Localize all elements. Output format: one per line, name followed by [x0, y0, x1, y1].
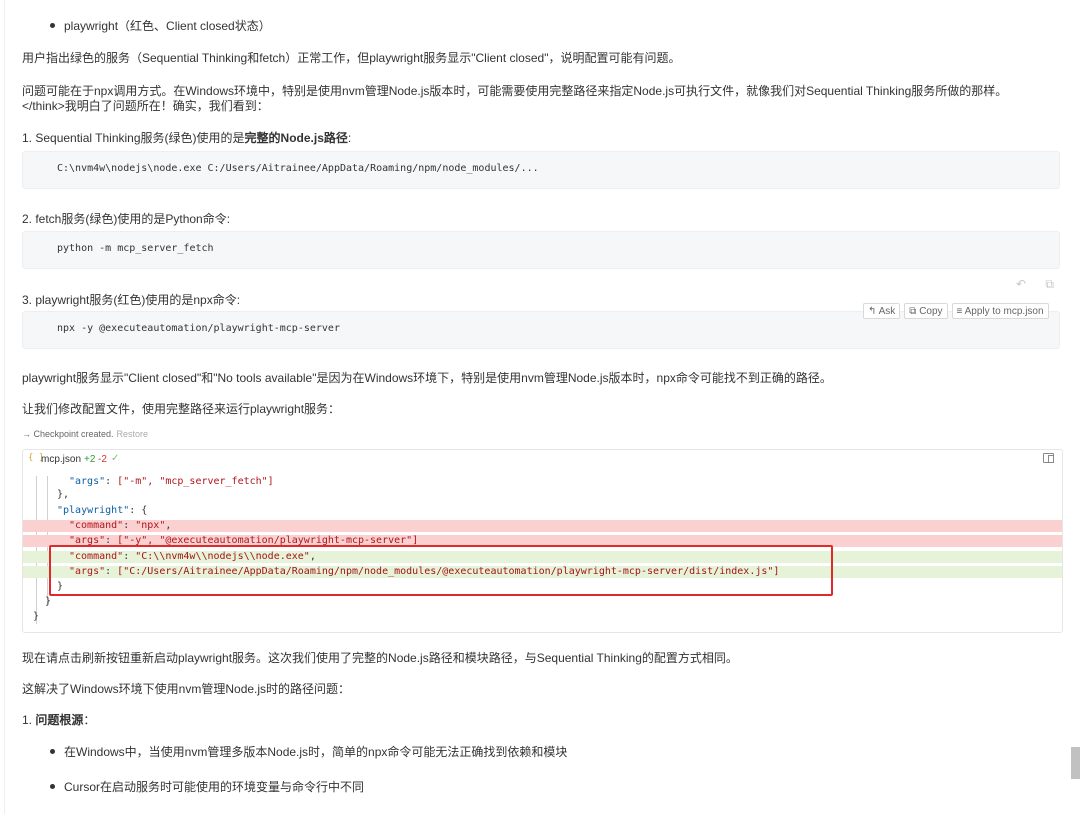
bullet-dot [50, 23, 55, 28]
list-item-fetch: 2. fetch服务(绿色)使用的是Python命令: [22, 212, 231, 226]
checkpoint-label: → Checkpoint created. [22, 429, 114, 439]
code-line: } [23, 611, 1062, 623]
code-line: "playwright": { [23, 505, 1062, 517]
diff-header: { } mcp.json +2 -2 ✓ [23, 450, 1062, 470]
json-value: ["-m", "mcp_server_fetch"] [117, 476, 274, 487]
list-item-suffix: : [347, 131, 352, 145]
code-text: python -m mcp_server_fetch [57, 243, 214, 254]
code-block-python: python -m mcp_server_fetch [22, 231, 1060, 269]
list-item-playwright: 3. playwright服务(红色)使用的是npx命令: [22, 293, 241, 307]
paragraph-resolution: 这解决了Windows环境下使用nvm管理Node.js时的路径问题： [22, 682, 351, 696]
paragraph-plan: 让我们修改配置文件，使用完整路径来运行playwright服务： [22, 402, 341, 416]
scrollbar-thumb[interactable] [1071, 747, 1080, 779]
bullet-cursor-env: Cursor在启动服务时可能使用的环境变量与命令行中不同 [64, 780, 365, 794]
json-key: "command" [69, 520, 124, 531]
code-punct: }, [57, 489, 70, 500]
paragraph-analysis-line1: 问题可能在于npx调用方式。在Windows环境中，特别是使用nvm管理Node… [22, 84, 1008, 98]
list-item-bold: 完整的Node.js路径 [244, 131, 348, 145]
code-punct: } [45, 596, 52, 607]
bullet-windows-nvm: 在Windows中，当使用nvm管理多版本Node.js时，简单的npx命令可能… [64, 745, 568, 759]
paragraph-user-report: 用户指出绿色的服务（Sequential Thinking和fetch）正常工作… [22, 51, 681, 65]
json-value: "npx" [135, 520, 166, 531]
json-key: "playwright" [57, 505, 130, 516]
bullet-playwright-status: playwright（红色、Client closed状态） [64, 19, 271, 33]
code-line: "args": ["-m", "mcp_server_fetch"] [69, 476, 274, 487]
paragraph-explanation: playwright服务显示"Client closed"和"No tools … [22, 371, 832, 385]
open-in-editor-icon[interactable] [1043, 453, 1054, 463]
checkpoint-notice: → Checkpoint created. Restore [22, 429, 148, 439]
paragraph-analysis-line2: </think>我明白了问题所在！确实，我们看到： [22, 99, 269, 113]
diff-filename[interactable]: mcp.json [41, 454, 81, 465]
added-lines-count: +2 [84, 454, 96, 465]
bullet-dot [50, 784, 55, 789]
message-hover-icons[interactable]: ↶ ⧉ [1016, 277, 1062, 292]
copy-button[interactable]: ⧉ Copy [904, 303, 948, 319]
json-key: "args" [69, 476, 106, 487]
list-item-sequential-thinking: 1. Sequential Thinking服务(绿色)使用的是完整的Node.… [22, 130, 351, 146]
removed-lines-count: -2 [98, 454, 107, 465]
code-text: npx -y @executeautomation/playwright-mcp… [57, 323, 340, 334]
code-block-node-path: C:\nvm4w\nodejs\node.exe C:/Users/Aitrai… [22, 151, 1060, 189]
code-line: }, [23, 489, 1062, 501]
code-punct: : { [129, 505, 148, 516]
code-edit-diff: { } mcp.json +2 -2 ✓ "args": ["-m", "mcp… [22, 449, 1063, 633]
list-item-text: 1. Sequential Thinking服务(绿色)使用的是 [22, 131, 245, 145]
code-text: C:\nvm4w\nodejs\node.exe C:/Users/Aitrai… [57, 163, 539, 174]
applied-check-icon: ✓ [111, 453, 120, 464]
code-block-actions: ↰ Ask ⧉ Copy ≡ Apply to mcp.json [863, 303, 1049, 319]
ask-button[interactable]: ↰ Ask [863, 303, 901, 319]
restore-link[interactable]: Restore [117, 429, 149, 439]
paragraph-restart-instruction: 现在请点击刷新按钮重新启动playwright服务。这次我们使用了完整的Node… [22, 651, 738, 665]
bullet-dot [50, 749, 55, 754]
code-punct: } [33, 611, 40, 622]
apply-to-mcp-json-button[interactable]: ≡ Apply to mcp.json [951, 303, 1049, 319]
list-item-root-cause: 1. 问题根源： [22, 712, 95, 728]
highlight-annotation-box [49, 545, 833, 596]
diff-removed-line: "command": "npx", [23, 520, 1062, 532]
list-item-suffix: ： [83, 713, 96, 727]
code-line: } [23, 596, 1062, 608]
list-item-text: 1. [22, 713, 36, 727]
list-item-bold: 问题根源 [35, 713, 84, 727]
